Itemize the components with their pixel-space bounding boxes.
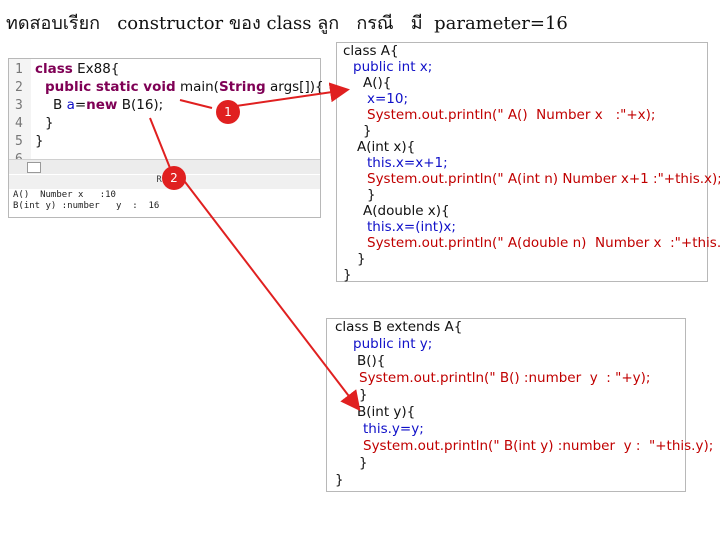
arrow-from-new-b [179, 99, 213, 109]
arrow-from-new-b-2 [149, 117, 171, 169]
call-flow-arrows [149, 82, 361, 412]
arrow-to-b-int-constructor [181, 177, 361, 412]
step-marker-2: 2 [162, 166, 186, 190]
step-marker-1: 1 [216, 100, 240, 124]
arrow-to-a-constructor [235, 82, 350, 107]
